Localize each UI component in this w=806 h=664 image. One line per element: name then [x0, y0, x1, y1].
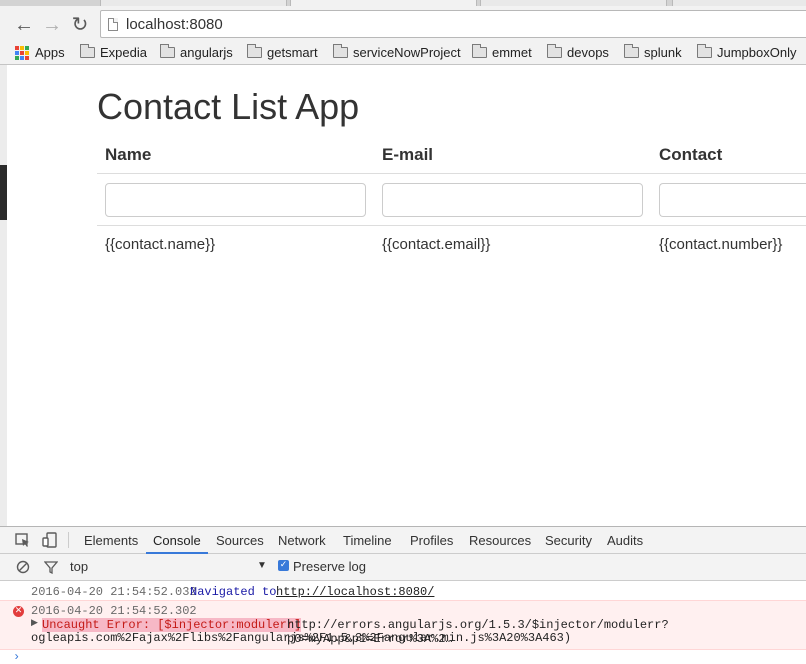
bookmark-label: devops: [567, 45, 609, 60]
log-timestamp: 2016-04-20 21:54:52.302: [31, 604, 197, 618]
column-header-email: E-mail: [382, 145, 434, 164]
console-prompt[interactable]: ›: [13, 650, 20, 664]
bookmark-label: splunk: [644, 45, 682, 60]
context-selector[interactable]: top: [70, 559, 88, 574]
error-icon: ✕: [13, 606, 24, 617]
log-timestamp: 2016-04-20 21:54:52.032: [31, 585, 197, 599]
devtools-tab-security[interactable]: Security: [545, 533, 592, 548]
table-header-divider: [97, 173, 806, 174]
page-icon: [108, 18, 118, 31]
bookmark-expedia[interactable]: Expedia: [80, 44, 147, 60]
folder-icon: [333, 44, 348, 58]
bookmark-getsmart[interactable]: getsmart: [247, 44, 318, 60]
table-cell-name: {{contact.name}}: [105, 236, 216, 253]
contact-input[interactable]: [659, 183, 806, 217]
devtools-tab-console[interactable]: Console: [153, 533, 201, 548]
bookmark-label: emmet: [492, 45, 532, 60]
console-error-entry: ✕ 2016-04-20 21:54:52.302 ▶ Uncaught Err…: [0, 600, 806, 650]
devtools-tab-network[interactable]: Network: [278, 533, 326, 548]
bookmark-jumpboxonly[interactable]: JumpboxOnly: [697, 44, 797, 60]
bookmark-label: JumpboxOnly: [717, 45, 797, 60]
url-text: localhost:8080: [126, 16, 223, 33]
devtools-tab-profiles[interactable]: Profiles: [410, 533, 453, 548]
folder-icon: [247, 44, 262, 58]
reload-icon[interactable]: ↻: [70, 15, 90, 35]
bookmarks-bar: Apps Expedia angularjs getsmart serviceN…: [0, 42, 806, 65]
apps-icon: [15, 45, 29, 60]
browser-toolbar: ← → ↻ localhost:8080: [0, 6, 806, 42]
error-url-continued: ogleapis.com%2Fajax%2Flibs%2Fangularjs%2…: [31, 631, 572, 645]
table-cell-email: {{contact.email}}: [382, 236, 491, 253]
name-input[interactable]: [105, 183, 366, 217]
folder-icon: [160, 44, 175, 58]
preserve-log-label: Preserve log: [293, 559, 366, 574]
folder-icon: [547, 44, 562, 58]
forward-arrow-icon[interactable]: →: [42, 15, 62, 35]
console-filter-bar: top ▼ ✓ Preserve log: [0, 554, 806, 581]
folder-icon: [472, 44, 487, 58]
column-header-contact: Contact: [659, 145, 723, 164]
devtools-tab-audits[interactable]: Audits: [607, 533, 643, 548]
window-edge: [0, 65, 7, 535]
bookmark-label: angularjs: [180, 45, 233, 60]
bookmark-servicenowproject[interactable]: serviceNowProject: [333, 44, 461, 60]
bookmark-splunk[interactable]: splunk: [624, 44, 682, 60]
bookmark-apps[interactable]: Apps: [15, 45, 65, 60]
column-header-name: Name: [105, 145, 152, 164]
bookmark-emmet[interactable]: emmet: [472, 44, 532, 60]
devtools-tab-timeline[interactable]: Timeline: [343, 533, 392, 548]
bookmark-label: getsmart: [267, 45, 318, 60]
bookmark-angularjs[interactable]: angularjs: [160, 44, 233, 60]
toolbar-separator: [68, 532, 69, 548]
email-input[interactable]: [382, 183, 643, 217]
table-row-divider: [97, 225, 806, 226]
address-bar[interactable]: localhost:8080: [100, 10, 806, 38]
console-output: 2016-04-20 21:54:52.032 Navigated to htt…: [0, 581, 806, 664]
chevron-down-icon[interactable]: ▼: [257, 560, 267, 571]
devtools-tab-elements[interactable]: Elements: [84, 533, 138, 548]
table-cell-contact: {{contact.number}}: [659, 236, 783, 253]
back-arrow-icon[interactable]: ←: [14, 15, 34, 35]
devtools-tab-sources[interactable]: Sources: [216, 533, 264, 548]
filter-icon[interactable]: [44, 560, 58, 574]
devtools-tab-bar: Elements Console Sources Network Timelin…: [0, 527, 806, 554]
clear-console-icon[interactable]: [16, 560, 30, 574]
bookmark-label: serviceNowProject: [353, 45, 461, 60]
log-message: Navigated to: [190, 585, 277, 599]
error-label: Uncaught Error: [$injector:modulerr]: [42, 618, 302, 632]
inspect-element-icon[interactable]: [15, 533, 31, 548]
folder-icon: [80, 44, 95, 58]
log-url-link[interactable]: http://localhost:8080/: [276, 585, 434, 599]
window-edge-dark: [0, 165, 7, 220]
page-title: Contact List App: [97, 86, 360, 127]
bookmark-devops[interactable]: devops: [547, 44, 609, 60]
device-mode-icon[interactable]: [42, 532, 58, 548]
bookmark-label: Apps: [35, 45, 65, 60]
folder-icon: [697, 44, 712, 58]
preserve-log-checkbox[interactable]: ✓: [278, 560, 289, 571]
folder-icon: [624, 44, 639, 58]
devtools-tab-resources[interactable]: Resources: [469, 533, 531, 548]
expand-triangle-icon[interactable]: ▶: [31, 618, 38, 628]
bookmark-label: Expedia: [100, 45, 147, 60]
